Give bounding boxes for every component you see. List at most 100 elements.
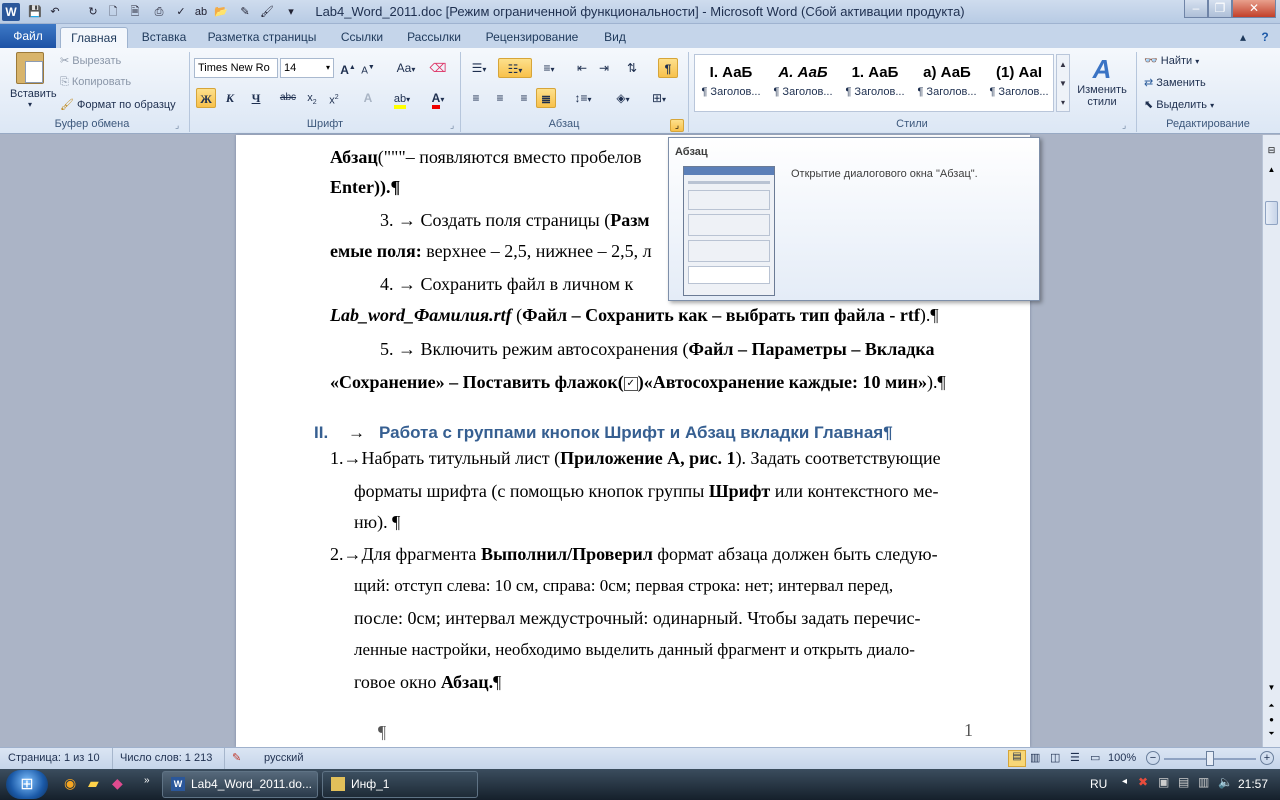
tab-mailings[interactable]: Рассылки — [400, 27, 468, 48]
full-screen-reading-icon[interactable]: ▥ — [1030, 751, 1040, 764]
close-button[interactable]: ✕ — [1232, 0, 1276, 18]
spelling-icon[interactable]: ✓ — [172, 3, 190, 21]
tray-device-icon[interactable]: ▤ — [1178, 775, 1189, 789]
increase-indent-icon[interactable]: ⇥ — [594, 58, 614, 78]
dialog-launcher-icon[interactable]: ⌟ — [450, 120, 454, 131]
dialog-launcher-icon[interactable]: ⌟ — [175, 120, 179, 131]
bold-button[interactable]: Ж — [196, 88, 216, 108]
style-heading-1[interactable]: I. АаБ ¶ Заголов... — [696, 58, 766, 110]
zoom-out-icon[interactable]: − — [1146, 751, 1160, 765]
word-logo-icon[interactable]: W — [2, 3, 20, 21]
subscript-icon[interactable]: x2 — [302, 88, 322, 108]
multilevel-list-icon[interactable]: ≡▾ — [536, 58, 562, 78]
help-icon[interactable]: ? — [1256, 27, 1274, 48]
change-styles-button[interactable]: A Изменить стили — [1074, 54, 1130, 116]
undo-icon[interactable]: ↶ — [46, 3, 64, 21]
tray-chevron-icon[interactable]: ◂ — [1122, 776, 1127, 787]
tab-home[interactable]: Главная — [60, 27, 128, 48]
zoom-level[interactable]: 100% — [1108, 752, 1136, 764]
draft-icon[interactable]: ▭ — [1090, 751, 1100, 764]
open-folder-icon[interactable]: 📂 — [212, 3, 230, 21]
collapse-ribbon-icon[interactable]: ▴ — [1234, 27, 1252, 48]
scroll-thumb[interactable] — [1265, 201, 1278, 225]
font-color-icon[interactable]: A▾ — [424, 88, 452, 109]
tab-page-layout[interactable]: Разметка страницы — [200, 27, 324, 48]
superscript-icon[interactable]: x2 — [324, 88, 344, 108]
word-count[interactable]: Число слов: 1 213 — [120, 752, 212, 764]
font-size-combo[interactable]: 14 ▾ — [280, 58, 334, 78]
proofing-icon[interactable]: ✎ — [232, 751, 241, 764]
tab-insert[interactable]: Вставка — [134, 27, 194, 48]
paintbrush-icon[interactable]: 🖌 — [258, 3, 276, 21]
taskbar-chevron-icon[interactable]: » — [144, 775, 150, 786]
folder-icon[interactable]: ▰ — [88, 775, 99, 792]
show-marks-icon[interactable]: ¶ — [658, 58, 678, 78]
scroll-down-icon[interactable]: ▼ — [1265, 683, 1278, 697]
tray-app-icon[interactable]: ▣ — [1158, 775, 1169, 789]
app-icon[interactable]: ◆ — [112, 775, 123, 792]
zoom-slider-thumb[interactable] — [1206, 751, 1214, 766]
print-layout-icon[interactable]: ▤ — [1008, 750, 1026, 767]
bullets-icon[interactable]: ☰▾ — [466, 58, 492, 78]
styles-scroll[interactable]: ▲ ▼ ▾ — [1056, 54, 1070, 112]
replace-button[interactable]: ⇄ Заменить — [1144, 76, 1206, 89]
clear-formatting-icon[interactable]: ⌫ — [428, 58, 448, 78]
abc-icon[interactable]: ab — [192, 3, 210, 21]
numbering-icon[interactable]: ☷▾ — [498, 58, 532, 78]
change-case-button[interactable]: Aa▾ — [392, 58, 420, 78]
tab-references[interactable]: Ссылки — [334, 27, 390, 48]
cut-button[interactable]: ✂ Вырезать — [60, 54, 121, 67]
network-icon[interactable]: ▥ — [1198, 775, 1209, 789]
page-count[interactable]: Страница: 1 из 10 — [8, 752, 100, 764]
align-left-icon[interactable]: ≡ — [466, 88, 486, 108]
print-preview-icon[interactable]: 🗎 — [126, 3, 144, 21]
volume-icon[interactable]: 🔈 — [1218, 775, 1233, 789]
text-effects-icon[interactable]: A — [358, 88, 378, 108]
next-page-icon[interactable]: ⏷ — [1265, 729, 1278, 743]
taskbar-item-word[interactable]: W Lab4_Word_2011.do... — [162, 771, 318, 798]
grow-font-icon[interactable]: A▲ — [338, 58, 358, 78]
browse-object-icon[interactable]: ● — [1265, 715, 1278, 729]
shading-icon[interactable]: ◈▾ — [608, 88, 638, 108]
align-right-icon[interactable]: ≡ — [514, 88, 534, 108]
borders-icon[interactable]: ⊞▾ — [644, 88, 674, 108]
style-heading-3[interactable]: 1. АаБ ¶ Заголов... — [840, 58, 910, 110]
input-language[interactable]: RU — [1090, 777, 1107, 791]
decrease-indent-icon[interactable]: ⇤ — [572, 58, 592, 78]
tray-security-icon[interactable]: ✖ — [1138, 775, 1148, 789]
highlight-color-icon[interactable]: ab▾ — [388, 88, 416, 109]
previous-page-icon[interactable]: ⏶ — [1265, 701, 1278, 715]
zoom-in-icon[interactable]: + — [1260, 751, 1274, 765]
select-button[interactable]: ⬉ Выделить ▾ — [1144, 98, 1214, 111]
paragraph-dialog-launcher-icon[interactable]: ⌟ — [670, 119, 684, 132]
tab-view[interactable]: Вид — [596, 27, 634, 48]
italic-button[interactable]: К — [220, 88, 240, 108]
taskbar-item-folder[interactable]: Инф_1 — [322, 771, 478, 798]
dialog-launcher-icon[interactable]: ⌟ — [1122, 120, 1126, 131]
web-layout-icon[interactable]: ◫ — [1050, 751, 1060, 764]
font-name-combo[interactable]: Times New Ro — [194, 58, 278, 78]
copy-button[interactable]: ⎘ Копировать — [60, 76, 131, 89]
style-heading-5[interactable]: (1) АаІ ¶ Заголов... — [984, 58, 1054, 110]
redo-icon[interactable]: ↻ — [84, 3, 102, 21]
new-document-icon[interactable]: 🗋 — [104, 3, 122, 21]
justify-icon[interactable]: ≣ — [536, 88, 556, 108]
style-heading-4[interactable]: а) АаБ ¶ Заголов... — [912, 58, 982, 110]
strikethrough-button[interactable]: abc — [278, 88, 298, 108]
clock[interactable]: 21:57 — [1238, 777, 1268, 791]
outline-icon[interactable]: ☰ — [1070, 751, 1080, 764]
quick-print-icon[interactable]: ⎙ — [150, 3, 168, 21]
line-spacing-icon[interactable]: ↕≡▾ — [568, 88, 598, 108]
tab-file[interactable]: Файл — [0, 24, 56, 48]
qat-customize-icon[interactable]: ▾ — [282, 3, 300, 21]
shrink-font-icon[interactable]: A▼ — [358, 58, 378, 78]
language[interactable]: русский — [264, 752, 303, 764]
scroll-up-icon[interactable]: ▲ — [1265, 165, 1278, 179]
maximize-button[interactable]: ❐ — [1208, 0, 1232, 18]
ruler-toggle-icon[interactable]: ⊟ — [1265, 145, 1278, 159]
vertical-scrollbar[interactable]: ⊟ ▲ ▼ ⏶ ● ⏷ — [1262, 135, 1280, 747]
browser-icon[interactable]: ◉ — [64, 775, 76, 792]
align-center-icon[interactable]: ≡ — [490, 88, 510, 108]
tab-review[interactable]: Рецензирование — [480, 27, 584, 48]
start-button[interactable]: ⊞ — [6, 770, 48, 799]
